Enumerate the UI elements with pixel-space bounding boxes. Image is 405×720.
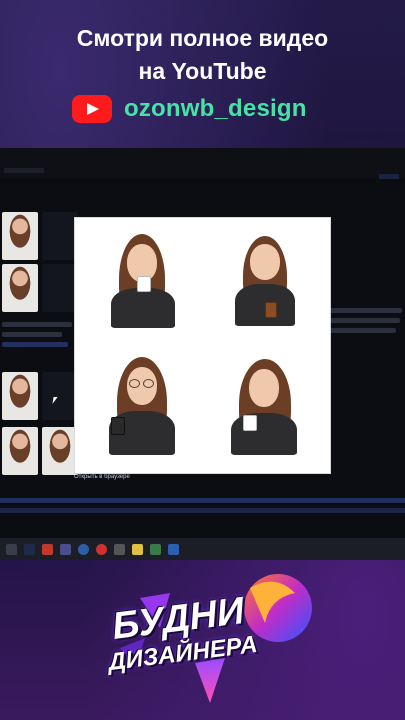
history-thumbnail[interactable] [42, 372, 78, 420]
headline-line-1: Смотри полное видео [76, 25, 329, 51]
history-thumbnail[interactable] [42, 427, 78, 475]
history-thumbnail[interactable] [42, 264, 78, 312]
app-icon[interactable] [42, 543, 53, 555]
start-icon[interactable] [6, 543, 17, 555]
image-preview[interactable] [74, 217, 331, 474]
channel-name: ozonwb_design [124, 95, 307, 122]
history-thumbnail[interactable] [42, 212, 78, 260]
browser-icon[interactable] [78, 543, 89, 555]
sticker-image-2 [213, 228, 318, 333]
sticker-image-4 [213, 353, 318, 458]
folder-icon[interactable] [132, 543, 143, 555]
history-thumbnail[interactable] [2, 372, 38, 420]
history-thumbnail[interactable] [2, 427, 38, 475]
sticker-image-3 [91, 353, 196, 458]
windows-taskbar [0, 538, 405, 560]
open-in-browser-link[interactable]: Открыть в браузере [74, 474, 130, 480]
history-thumbnail[interactable] [2, 212, 38, 260]
headline-line-2: на YouTube [138, 58, 267, 84]
budni-dizainera-logo: БУДНИ ДИЗАЙНЕРА [100, 568, 332, 718]
sticker-image-1 [91, 228, 196, 333]
app-icon[interactable] [114, 543, 125, 555]
app-icon[interactable] [168, 543, 179, 555]
headline: Смотри полное видео на YouTube [0, 22, 405, 88]
youtube-icon [72, 95, 112, 123]
youtube-channel[interactable]: ozonwb_design [72, 94, 307, 124]
app-top-bar [0, 148, 405, 179]
history-thumbnail[interactable] [2, 264, 38, 312]
photoshop-icon[interactable] [24, 543, 35, 555]
app-icon[interactable] [60, 543, 71, 555]
browser-icon[interactable] [96, 543, 107, 555]
app-icon[interactable] [150, 543, 161, 555]
